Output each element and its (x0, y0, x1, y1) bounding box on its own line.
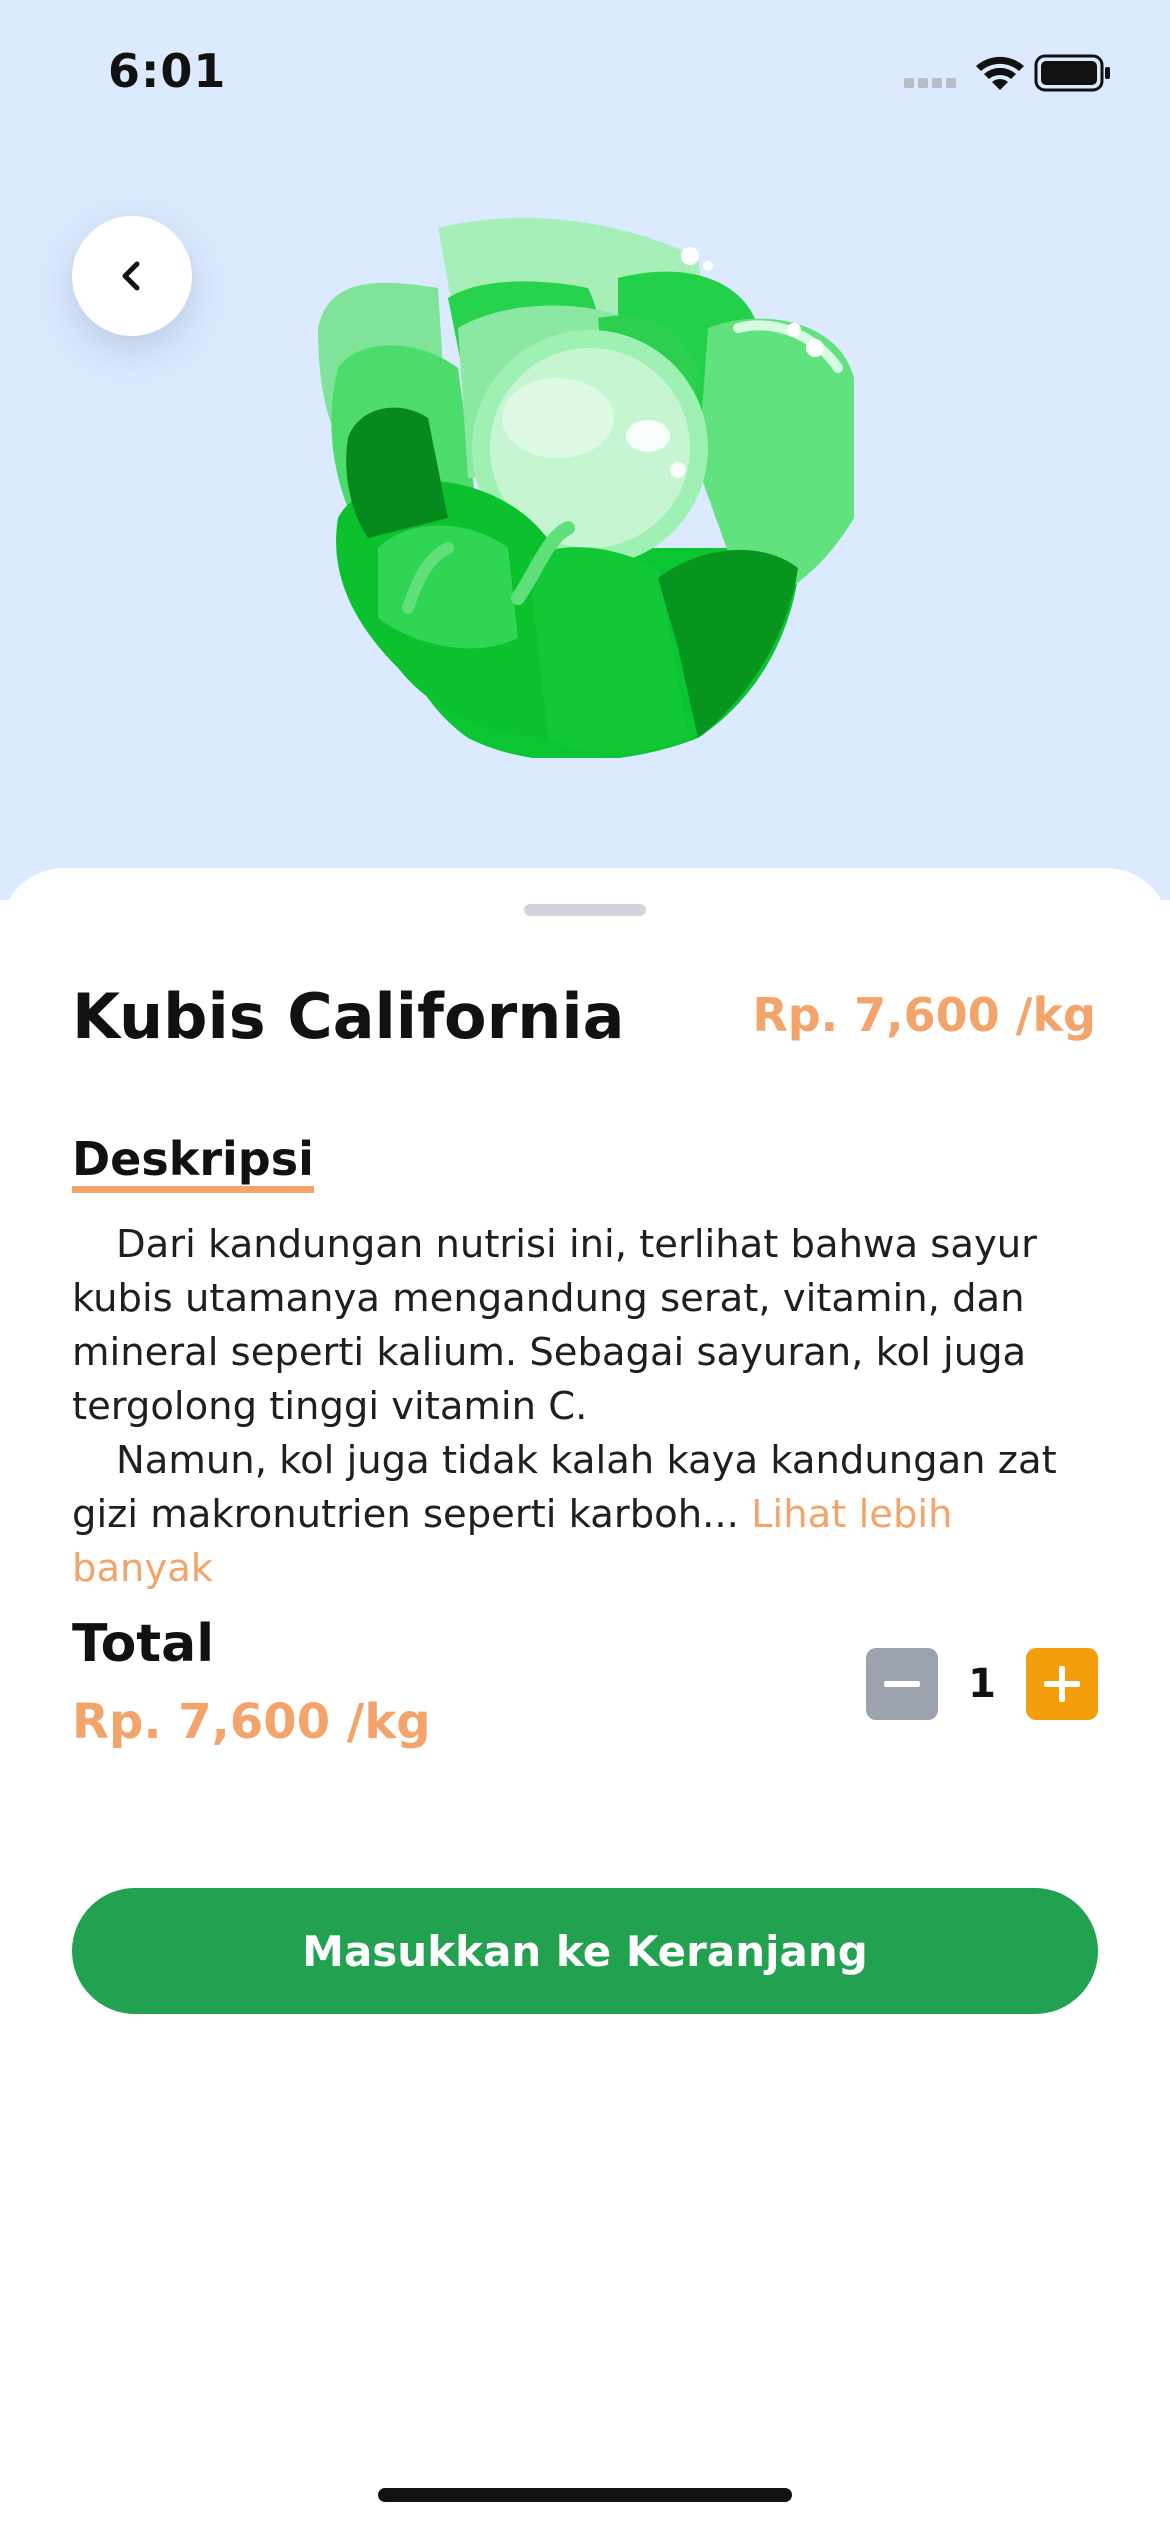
plus-icon (1044, 1666, 1080, 1702)
description-paragraph: Dari kandungan nutrisi ini, terlihat bah… (72, 1222, 1037, 1429)
sheet-handle[interactable] (524, 904, 646, 916)
product-hero: 6:01 (0, 0, 1170, 900)
decrease-quantity-button[interactable] (866, 1648, 938, 1720)
total-price: Rp. 7,600 /kg (72, 1694, 431, 1750)
description-text: Dari kandungan nutrisi ini, terlihat bah… (72, 1218, 1102, 1596)
status-icons-svg (904, 54, 1110, 92)
add-to-cart-button[interactable]: Masukkan ke Keranjang (72, 1888, 1098, 2014)
description-paragraph: Namun, kol juga tidak kalah kaya kandung… (72, 1434, 1102, 1596)
product-image (318, 218, 854, 758)
increase-quantity-button[interactable] (1026, 1648, 1098, 1720)
battery-icon (1034, 54, 1110, 92)
quantity-stepper: 1 (866, 1648, 1098, 1720)
product-price: Rp. 7,600 /kg (752, 988, 1096, 1042)
status-icons (904, 50, 1114, 100)
back-button[interactable] (72, 216, 192, 336)
quantity-value: 1 (968, 1661, 996, 1707)
status-time: 6:01 (108, 44, 227, 98)
product-title: Kubis California (72, 980, 625, 1053)
wifi-icon (976, 56, 1024, 90)
chevron-left-icon (122, 261, 140, 291)
description-heading: Deskripsi (72, 1132, 314, 1193)
product-detail-sheet: Kubis California Rp. 7,600 /kg Deskripsi… (0, 868, 1170, 2532)
home-indicator[interactable] (378, 2488, 792, 2502)
total-label: Total (72, 1614, 215, 1674)
signal-dots-icon (904, 78, 956, 88)
minus-icon (884, 1681, 920, 1687)
